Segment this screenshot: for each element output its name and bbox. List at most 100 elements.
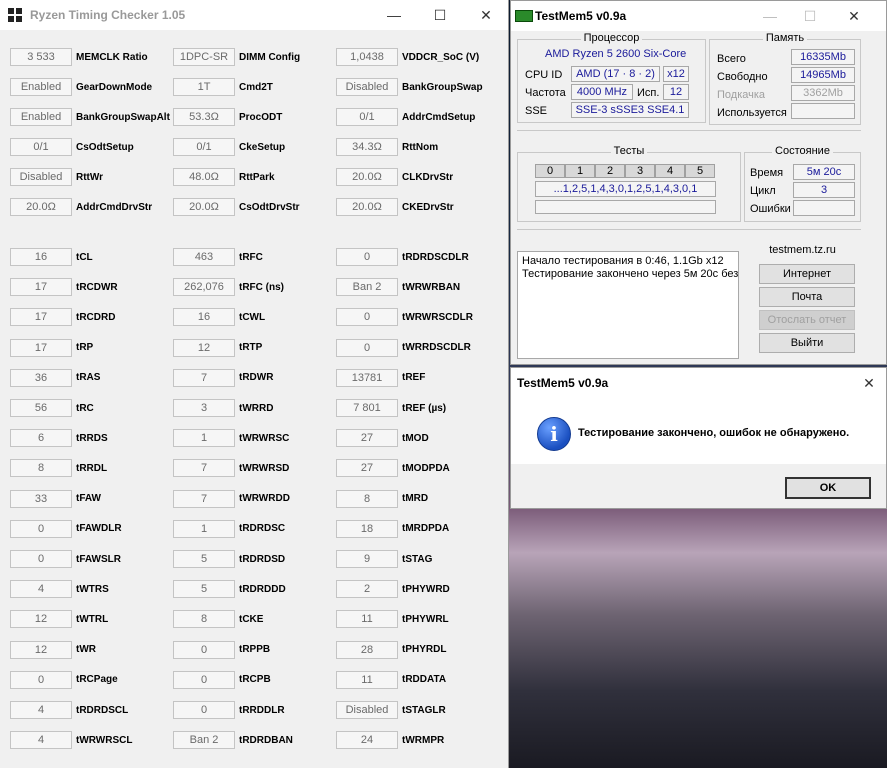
timing-cell: 463 tRFC: [173, 248, 263, 266]
timing-label: ProcODT: [239, 111, 283, 123]
free-value: 14965Mb: [791, 67, 855, 83]
timing-cell: 0/1 CsOdtSetup: [10, 138, 134, 156]
timing-label: tRDRDDD: [239, 583, 286, 595]
timing-cell: Disabled tSTAGLR: [336, 701, 446, 719]
timing-label: AddrCmdSetup: [402, 111, 476, 123]
freq-value: 4000 MHz: [571, 84, 633, 100]
freq-label: Частота: [525, 87, 566, 99]
timing-label: tCKE: [239, 613, 264, 625]
timing-cell: 0 tWRRDSCDLR: [336, 338, 471, 357]
timing-label: tRDWR: [239, 372, 274, 384]
timing-cell: 34.3Ω RttNom: [336, 138, 438, 156]
inuse-value: [791, 103, 855, 119]
timing-cell: 7 tWRWRSD: [173, 459, 289, 478]
timing-label: tRP: [76, 342, 94, 354]
timing-label: RttWr: [76, 171, 104, 183]
rtc-title: Ryzen Timing Checker 1.05: [30, 8, 186, 22]
timing-value: 53.3Ω: [173, 108, 235, 126]
total-label: Всего: [717, 53, 746, 65]
test-number-cell: 5: [685, 164, 715, 178]
timing-label: CLKDrvStr: [402, 171, 454, 183]
timing-label: tWRWRSCDLR: [402, 311, 473, 323]
sse-label: SSE: [525, 105, 548, 117]
timing-value: 6: [10, 429, 72, 448]
timing-label: tPHYWRD: [402, 583, 450, 595]
timing-value: 3 533: [10, 48, 72, 66]
timing-label: tREF: [402, 372, 426, 384]
timing-cell: 20.0Ω AddrCmdDrvStr: [10, 198, 152, 216]
timing-value: 0: [173, 670, 235, 689]
timing-value: 2: [336, 580, 398, 599]
timing-cell: 4 tWRWRSCL: [10, 731, 132, 750]
tests-group-title: Тесты: [610, 145, 648, 157]
internet-button[interactable]: Интернет: [759, 264, 855, 284]
timing-cell: 13781 tREF: [336, 368, 426, 387]
timing-label: tRRDS: [76, 432, 108, 444]
ok-button[interactable]: OK: [785, 477, 871, 499]
exit-button[interactable]: Выйти: [759, 333, 855, 353]
mail-button[interactable]: Почта: [759, 287, 855, 307]
close-icon[interactable]: ✕: [831, 1, 877, 31]
timing-value: 3: [173, 399, 235, 417]
timing-label: tRCPage: [76, 674, 118, 686]
memory-chip-icon: [515, 10, 533, 22]
time-label: Время: [750, 167, 784, 179]
timing-cell: 16 tCL: [10, 248, 93, 266]
timing-value: 4: [10, 580, 72, 599]
timing-label: tRCDWR: [76, 281, 118, 293]
tm5-title: TestMem5 v0.9a: [535, 9, 627, 23]
timing-value: 20.0Ω: [336, 198, 398, 216]
timing-value: 5: [173, 580, 235, 599]
timing-value: 8: [173, 610, 235, 629]
log-textarea[interactable]: Начало тестирования в 0:46, 1.1Gb x12 Те…: [517, 251, 739, 359]
timing-value: 56: [10, 399, 72, 417]
timing-label: tPHYWRL: [402, 613, 449, 625]
timing-cell: 1,0438 VDDCR_SoC (V): [336, 48, 479, 66]
timing-cell: 7 tRDWR: [173, 368, 274, 387]
timing-label: tRTP: [239, 342, 263, 354]
timing-label: tCL: [76, 251, 93, 263]
timing-value: 17: [10, 338, 72, 357]
timing-value: 20.0Ω: [173, 198, 235, 216]
timing-value: 16: [10, 248, 72, 266]
tm5-titlebar[interactable]: TestMem5 v0.9a — ☐ ✕: [511, 1, 886, 31]
timing-label: tRAS: [76, 372, 101, 384]
sse-value: SSE-3 sSSE3 SSE4.1: [571, 102, 689, 118]
inuse-label: Используется: [717, 107, 787, 119]
timing-cell: Enabled GearDownMode: [10, 78, 152, 96]
timing-cell: 12 tRTP: [173, 338, 263, 357]
timing-cell: 28 tPHYRDL: [336, 640, 446, 659]
close-icon[interactable]: ✕: [851, 368, 887, 398]
timing-value: 0: [336, 248, 398, 266]
timing-label: tRDDATA: [402, 674, 447, 686]
timing-label: RttPark: [239, 171, 275, 183]
timing-label: tWR: [76, 644, 96, 656]
test-number-cell: 1: [565, 164, 595, 178]
rtc-titlebar[interactable]: Ryzen Timing Checker 1.05 — ☐ ✕: [0, 0, 508, 30]
dialog-titlebar[interactable]: TestMem5 v0.9a ✕: [511, 368, 886, 398]
timing-cell: 1 tRDRDSC: [173, 519, 285, 538]
timing-label: RttNom: [402, 141, 439, 153]
send-report-button: Отослать отчет: [759, 310, 855, 330]
timing-value: 12: [10, 640, 72, 659]
timing-cell: 33 tFAW: [10, 489, 101, 508]
timing-cell: 12 tWR: [10, 640, 96, 659]
minimize-icon[interactable]: —: [371, 0, 417, 30]
timing-value: 8: [10, 459, 72, 478]
test-number-cell: 0: [535, 164, 565, 178]
maximize-icon[interactable]: ☐: [417, 0, 463, 30]
timing-cell: 8 tRRDL: [10, 459, 107, 478]
timing-value: 7: [173, 459, 235, 478]
timing-cell: 0 tRCPB: [173, 670, 271, 689]
timing-label: tMODPDA: [402, 462, 450, 474]
cpu-id-value: AMD (17 · 8 · 2): [571, 66, 660, 82]
timing-value: 8: [336, 489, 398, 508]
timing-cell: 4 tRDRDSCL: [10, 701, 128, 719]
timing-value: 20.0Ω: [10, 198, 72, 216]
timing-value: 262,076: [173, 278, 235, 297]
used-label: Исп.: [637, 87, 660, 99]
timing-value: 0: [10, 670, 72, 689]
close-icon[interactable]: ✕: [463, 0, 509, 30]
timing-cell: 6 tRRDS: [10, 429, 108, 448]
message-dialog: TestMem5 v0.9a ✕ i Тестирование закончен…: [510, 367, 887, 509]
